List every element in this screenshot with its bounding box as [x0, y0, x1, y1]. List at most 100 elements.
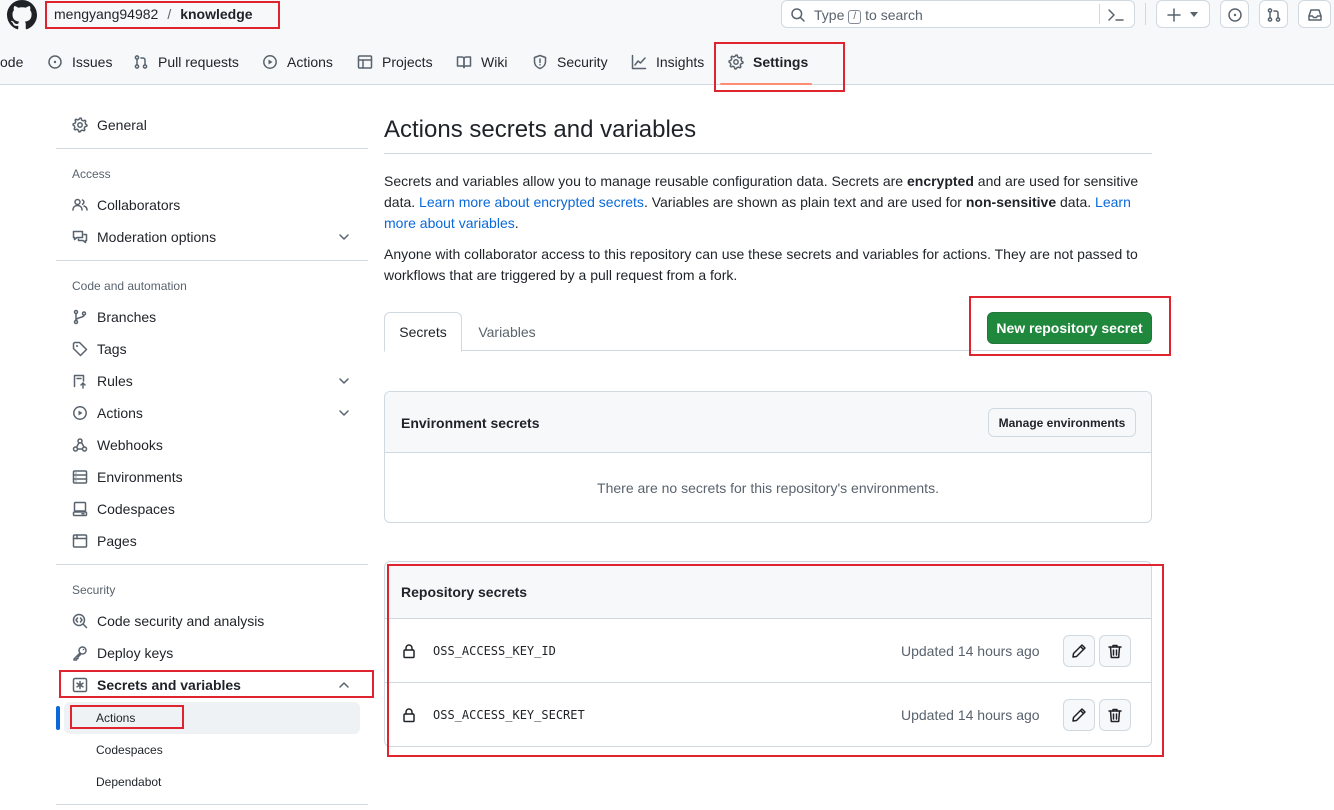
chevron-down-icon[interactable]: [336, 229, 352, 245]
issues-button[interactable]: [1220, 0, 1249, 28]
delete-secret-button[interactable]: [1099, 699, 1131, 731]
sidebar-item-secrets-and-variables[interactable]: Secrets and variables: [72, 673, 241, 697]
search-placeholder-pre: Type: [814, 7, 845, 23]
shield-icon: [533, 54, 547, 70]
secret-updated-time: Updated 14 hours ago: [901, 643, 1040, 659]
pull-requests-button[interactable]: [1259, 0, 1288, 28]
chevron-up-icon[interactable]: [336, 677, 352, 693]
tab-projects[interactable]: Projects: [357, 44, 433, 80]
sidebar-item-label: Codespaces: [97, 501, 175, 517]
secret-name: OSS_ACCESS_KEY_ID: [433, 644, 556, 658]
learn-more-secrets-link[interactable]: Learn more about encrypted secrets: [419, 194, 644, 210]
lock-icon: [403, 644, 415, 659]
issue-opened-icon: [1228, 8, 1242, 22]
sidebar-item-codespaces[interactable]: Codespaces: [72, 497, 175, 521]
tab-security[interactable]: Security: [532, 44, 608, 80]
sidebar-divider: [56, 260, 368, 261]
edit-secret-button[interactable]: [1063, 699, 1095, 731]
tab-settings[interactable]: Settings: [728, 44, 808, 80]
people-icon: [72, 198, 88, 211]
sidebar-item-label: Collaborators: [97, 197, 181, 213]
comment-discussion-icon: [72, 230, 88, 244]
sidebar-item-environments[interactable]: Environments: [72, 465, 183, 489]
tab-issues[interactable]: Issues: [47, 44, 112, 80]
delete-secret-button[interactable]: [1099, 635, 1131, 667]
secret-row: OSS_ACCESS_KEY_SECRET Updated 14 hours a…: [385, 683, 1151, 746]
edit-secret-button[interactable]: [1063, 635, 1095, 667]
key-icon: [73, 646, 87, 661]
sidebar-subitem-dependabot[interactable]: Dependabot: [96, 775, 161, 789]
repository-secrets-header: Repository secrets: [385, 562, 1151, 619]
inbox-icon: [1308, 9, 1322, 21]
secret-row: OSS_ACCESS_KEY_ID Updated 14 hours ago: [385, 619, 1151, 683]
repository-secrets-box: Repository secrets OSS_ACCESS_KEY_ID Upd…: [384, 561, 1152, 747]
tab-secrets[interactable]: Secrets: [384, 312, 462, 352]
chevron-down-icon[interactable]: [336, 373, 352, 389]
tab-projects-label: Projects: [382, 54, 433, 70]
sidebar-item-actions[interactable]: Actions: [72, 401, 143, 425]
sidebar-item-code-security[interactable]: Code security and analysis: [72, 609, 264, 633]
sidebar-item-collaborators[interactable]: Collaborators: [72, 193, 180, 217]
secret-updated-time: Updated 14 hours ago: [901, 707, 1040, 723]
sidebar-item-label: Webhooks: [97, 437, 163, 453]
tab-insights-label: Insights: [656, 54, 705, 70]
webhook-icon: [72, 438, 88, 452]
sidebar-item-moderation[interactable]: Moderation options: [72, 225, 216, 249]
manage-environments-button[interactable]: Manage environments: [988, 408, 1136, 437]
sidebar-item-branches[interactable]: Branches: [72, 305, 156, 329]
tab-secrets-label: Secrets: [399, 324, 447, 340]
tab-code[interactable]: ode: [0, 44, 23, 80]
desc-text: . Variables are shown as plain text and …: [643, 194, 966, 210]
sidebar-item-rules[interactable]: Rules: [72, 369, 133, 393]
browser-icon: [72, 534, 88, 548]
environment-secrets-title: Environment secrets: [401, 415, 540, 431]
search-placeholder: Type / to search: [814, 7, 923, 24]
server-icon: [72, 470, 88, 484]
breadcrumb-owner-link[interactable]: mengyang94982: [54, 6, 158, 22]
tab-wiki-label: Wiki: [481, 54, 508, 70]
breadcrumb-repo-link[interactable]: knowledge: [180, 6, 252, 22]
git-branch-icon: [73, 309, 87, 325]
tab-actions[interactable]: Actions: [262, 44, 333, 80]
tab-insights[interactable]: Insights: [631, 44, 704, 80]
desc-bold-non-sensitive: non-sensitive: [965, 194, 1057, 210]
search-divider: [1099, 4, 1100, 24]
issue-icon: [48, 55, 62, 69]
lock-icon: [403, 708, 415, 723]
secret-name: OSS_ACCESS_KEY_SECRET: [433, 708, 585, 722]
sidebar-item-pages[interactable]: Pages: [72, 529, 137, 553]
selected-tab-underline: [720, 83, 812, 85]
repo-push-icon: [73, 374, 86, 389]
sidebar-subitem-codespaces[interactable]: Codespaces: [96, 743, 163, 757]
subtab-baseline: [384, 350, 1152, 351]
book-icon: [456, 56, 472, 69]
sidebar-item-label: Actions: [97, 405, 143, 421]
search-input[interactable]: Type / to search: [781, 0, 1135, 28]
tab-wiki[interactable]: Wiki: [456, 44, 507, 80]
tab-variables-label: Variables: [478, 324, 536, 340]
command-palette-icon[interactable]: [1107, 7, 1125, 23]
inbox-button[interactable]: [1298, 0, 1331, 28]
create-new-button[interactable]: [1156, 0, 1210, 28]
tab-pull-requests[interactable]: Pull requests: [133, 44, 239, 80]
gear-icon: [728, 54, 744, 70]
triangle-down-icon: [1190, 12, 1198, 17]
sidebar-item-general[interactable]: General: [72, 113, 147, 137]
github-logo-icon[interactable]: [6, 0, 38, 30]
header-divider: [1145, 3, 1146, 25]
sidebar-item-deploy-keys[interactable]: Deploy keys: [72, 641, 173, 665]
app-header: mengyang94982 / knowledge Type / to sear…: [0, 0, 1334, 85]
sidebar-item-tags[interactable]: Tags: [72, 337, 127, 361]
breadcrumb: mengyang94982 / knowledge: [54, 6, 253, 22]
desc-text: .: [514, 215, 519, 231]
tab-variables[interactable]: Variables: [462, 312, 552, 352]
sidebar-item-webhooks[interactable]: Webhooks: [72, 433, 163, 457]
title-divider: [384, 153, 1152, 154]
new-repository-secret-button[interactable]: New repository secret: [987, 312, 1152, 344]
search-placeholder-post: to search: [865, 7, 923, 23]
sidebar-subitem-actions[interactable]: Actions: [96, 711, 135, 725]
chevron-down-icon[interactable]: [336, 405, 352, 421]
trash-icon: [1108, 708, 1122, 723]
selected-indicator: [56, 706, 60, 730]
play-icon: [73, 406, 87, 420]
